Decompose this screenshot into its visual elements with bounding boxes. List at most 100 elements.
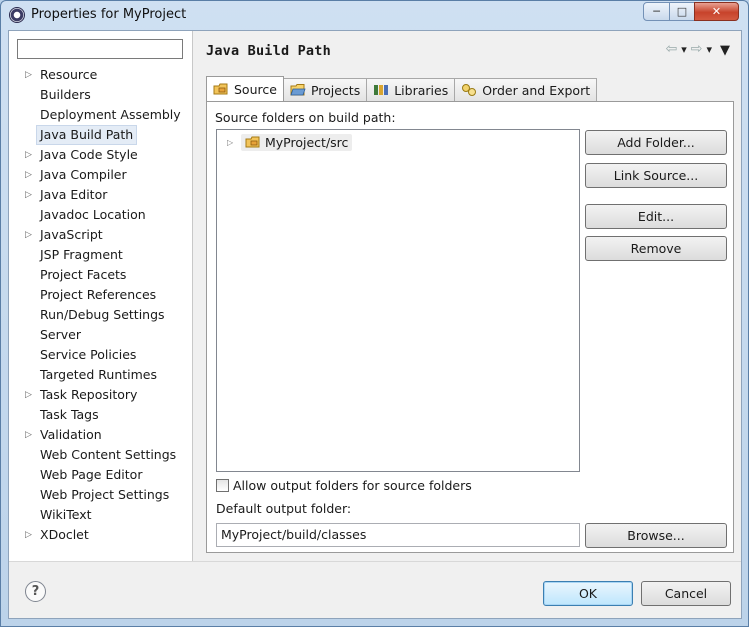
default-output-label: Default output folder: (216, 501, 352, 516)
nav-item-label: Web Project Settings (40, 487, 170, 502)
default-output-field[interactable]: MyProject/build/classes (216, 523, 580, 547)
expand-arrow-icon[interactable]: ▷ (25, 65, 32, 85)
nav-item[interactable]: ▷ Resource (9, 65, 193, 85)
nav-item-label: WikiText (40, 507, 92, 522)
nav-item-label: Task Tags (40, 407, 99, 422)
expand-arrow-icon[interactable]: ▷ (25, 165, 32, 185)
source-tab-panel: Source folders on build path: ▷ MyProjec… (206, 101, 734, 553)
nav-item-label: Service Policies (40, 347, 137, 362)
tab-projects[interactable]: Projects (282, 78, 368, 101)
nav-item[interactable]: Targeted Runtimes (9, 365, 193, 385)
nav-item[interactable]: ▷ JavaScript (9, 225, 193, 245)
nav-item[interactable]: Web Content Settings (9, 445, 193, 465)
tab-bar: Source Projects Libraries Order and Expo… (206, 76, 598, 101)
tab-source[interactable]: Source (206, 76, 284, 101)
cancel-button[interactable]: Cancel (641, 581, 731, 606)
maximize-button[interactable]: □ (669, 2, 695, 21)
allow-output-row[interactable]: Allow output folders for source folders (216, 478, 472, 493)
expand-arrow-icon[interactable]: ▷ (25, 425, 32, 445)
nav-item[interactable]: ▷ XDoclet (9, 525, 193, 545)
nav-item-label: Resource (40, 67, 98, 82)
view-menu-icon[interactable]: ▼ (720, 43, 730, 58)
back-dropdown-icon[interactable]: ▾ (681, 43, 687, 58)
nav-item-label: Validation (40, 427, 102, 442)
property-page-nav: ▷ Resource Builders Deployment Assembly Java… (9, 31, 193, 561)
nav-item[interactable]: ▷ Validation (9, 425, 193, 445)
expand-arrow-icon[interactable]: ▷ (25, 385, 32, 405)
nav-item-label: Server (40, 327, 81, 342)
nav-item[interactable]: Web Page Editor (9, 465, 193, 485)
properties-dialog: Properties for MyProject ─ □ ✕ ▷ Resource… (0, 0, 749, 627)
order-export-icon (462, 84, 477, 96)
package-folder-icon (245, 136, 260, 148)
source-folders-label: Source folders on build path: (215, 110, 396, 125)
nav-item-label: Java Code Style (40, 147, 138, 162)
nav-item[interactable]: Builders (9, 85, 193, 105)
nav-item[interactable]: Run/Debug Settings (9, 305, 193, 325)
source-folders-tree[interactable]: ▷ MyProject/src (216, 129, 580, 472)
source-folder-icon (213, 83, 228, 95)
expand-arrow-icon[interactable]: ▷ (227, 138, 237, 147)
source-folder-label: MyProject/src (265, 134, 349, 150)
nav-item-label: Project References (40, 287, 157, 302)
close-button[interactable]: ✕ (694, 2, 739, 21)
allow-output-checkbox[interactable] (216, 479, 229, 492)
expand-arrow-icon[interactable]: ▷ (25, 525, 32, 545)
nav-item-label: Builders (40, 87, 91, 102)
nav-item-label: Java Build Path (36, 125, 138, 145)
tab-libraries[interactable]: Libraries (366, 78, 456, 101)
expand-arrow-icon[interactable]: ▷ (25, 145, 32, 165)
nav-item-label: Run/Debug Settings (40, 307, 165, 322)
nav-item-label: Web Page Editor (40, 467, 143, 482)
link-source-button[interactable]: Link Source... (585, 163, 727, 188)
libraries-icon (374, 85, 389, 95)
browse-button[interactable]: Browse... (585, 523, 727, 548)
back-arrow-icon[interactable]: ⇦ (665, 41, 677, 58)
edit-button[interactable]: Edit... (585, 204, 727, 229)
title-bar[interactable]: Properties for MyProject ─ □ ✕ (1, 1, 748, 29)
nav-item[interactable]: ▷ Task Repository (9, 385, 193, 405)
close-icon: ✕ (711, 5, 722, 18)
tab-source-label: Source (234, 81, 277, 97)
nav-item[interactable]: Javadoc Location (9, 205, 193, 225)
forward-dropdown-icon[interactable]: ▾ (706, 43, 712, 58)
nav-item[interactable]: Server (9, 325, 193, 345)
expand-arrow-icon[interactable]: ▷ (25, 185, 32, 205)
dialog-footer: ? OK Cancel (9, 561, 741, 618)
nav-item[interactable]: Service Policies (9, 345, 193, 365)
filter-input[interactable] (17, 39, 183, 59)
nav-item[interactable]: Java Build Path (9, 125, 193, 145)
expand-arrow-icon[interactable]: ▷ (25, 225, 32, 245)
minimize-button[interactable]: ─ (643, 2, 670, 21)
ok-button[interactable]: OK (543, 581, 633, 606)
nav-item[interactable]: WikiText (9, 505, 193, 525)
source-folder-node[interactable]: MyProject/src (241, 133, 353, 151)
page-navigation: ⇦ ▾ ⇨ ▾ ▼ (665, 41, 730, 58)
nav-item[interactable]: Project Facets (9, 265, 193, 285)
nav-item-label: Web Content Settings (40, 447, 177, 462)
nav-item[interactable]: ▷ Java Compiler (9, 165, 193, 185)
nav-item[interactable]: Project References (9, 285, 193, 305)
nav-item[interactable]: Web Project Settings (9, 485, 193, 505)
nav-item[interactable]: Deployment Assembly (9, 105, 193, 125)
help-icon[interactable]: ? (25, 581, 46, 602)
add-folder-button[interactable]: Add Folder... (585, 130, 727, 155)
tree-row[interactable]: ▷ MyProject/src (227, 132, 353, 152)
nav-item[interactable]: JSP Fragment (9, 245, 193, 265)
tab-projects-label: Projects (310, 82, 361, 98)
page-title: Java Build Path (206, 43, 331, 59)
remove-button[interactable]: Remove (585, 236, 727, 261)
nav-item-label: Project Facets (40, 267, 127, 282)
maximize-icon: □ (676, 5, 688, 18)
nav-item-label: Java Compiler (40, 167, 127, 182)
allow-output-label: Allow output folders for source folders (233, 478, 472, 493)
project-folder-icon (290, 84, 306, 96)
forward-arrow-icon[interactable]: ⇨ (691, 41, 703, 58)
tab-libraries-label: Libraries (394, 82, 449, 98)
nav-item[interactable]: Task Tags (9, 405, 193, 425)
tab-order-export-label: Order and Export (482, 82, 591, 98)
nav-item[interactable]: ▷ Java Code Style (9, 145, 193, 165)
tab-order-export[interactable]: Order and Export (454, 78, 598, 101)
nav-item-label: JSP Fragment (40, 247, 123, 262)
nav-item[interactable]: ▷ Java Editor (9, 185, 193, 205)
